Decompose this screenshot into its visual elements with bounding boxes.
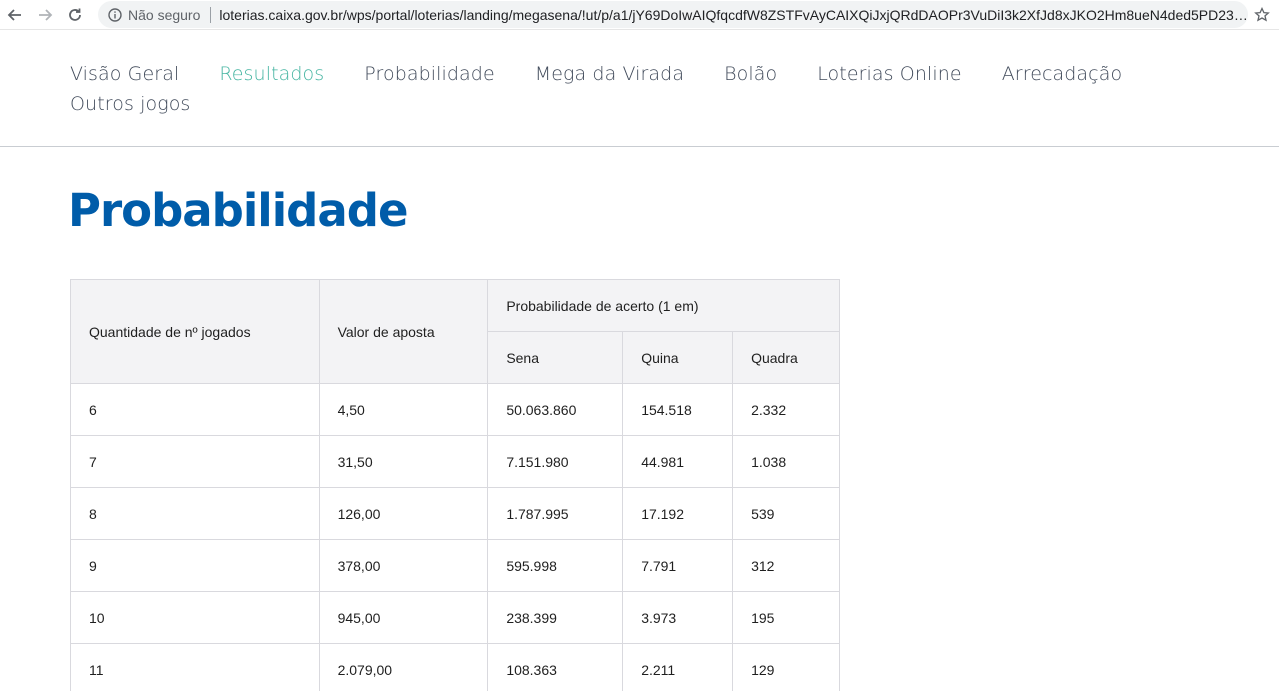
nav-loterias-online[interactable]: Loterias Online bbox=[817, 60, 961, 88]
back-button[interactable] bbox=[0, 0, 30, 30]
cell-quina: 7.791 bbox=[622, 539, 734, 592]
table-row: 7 31,50 7.151.980 44.981 1.038 bbox=[70, 435, 840, 488]
cell-quantidade: 9 bbox=[70, 539, 320, 592]
reload-icon bbox=[69, 8, 81, 21]
url-text[interactable]: loterias.caixa.gov.br/wps/portal/loteria… bbox=[219, 7, 1248, 23]
cell-quantidade: 7 bbox=[70, 435, 320, 488]
cell-valor: 31,50 bbox=[318, 435, 489, 488]
cell-quina: 44.981 bbox=[622, 435, 734, 488]
table-header-row: Quantidade de nº jogados Valor de aposta… bbox=[70, 279, 840, 384]
omnibox-divider bbox=[210, 6, 212, 23]
nav-resultados[interactable]: Resultados bbox=[219, 60, 324, 88]
reload-button[interactable] bbox=[60, 0, 90, 30]
cell-valor: 945,00 bbox=[318, 591, 489, 644]
table-row: 9 378,00 595.998 7.791 312 bbox=[70, 539, 840, 592]
cell-quantidade: 8 bbox=[70, 487, 320, 540]
header-probabilidade: Probabilidade de acerto (1 em) bbox=[487, 279, 840, 332]
cell-quadra: 539 bbox=[732, 487, 840, 540]
cell-sena: 50.063.860 bbox=[487, 383, 624, 436]
star-icon bbox=[1254, 7, 1270, 22]
cell-valor: 378,00 bbox=[318, 539, 489, 592]
site-navigation: Visão Geral Resultados Probabilidade Meg… bbox=[70, 60, 1130, 118]
cell-quadra: 1.038 bbox=[732, 435, 840, 488]
cell-sena: 7.151.980 bbox=[487, 435, 624, 488]
table-row: 10 945,00 238.399 3.973 195 bbox=[70, 591, 840, 644]
cell-quadra: 195 bbox=[732, 591, 840, 644]
probability-table: Quantidade de nº jogados Valor de aposta… bbox=[70, 279, 840, 691]
cell-sena: 595.998 bbox=[487, 539, 624, 592]
nav-probabilidade[interactable]: Probabilidade bbox=[364, 60, 495, 88]
cell-sena: 1.787.995 bbox=[487, 487, 624, 540]
table-row: 6 4,50 50.063.860 154.518 2.332 bbox=[70, 383, 840, 436]
header-valor: Valor de aposta bbox=[318, 279, 489, 384]
security-indicator[interactable]: Não seguro bbox=[108, 7, 200, 23]
cell-quadra: 312 bbox=[732, 539, 840, 592]
forward-button[interactable] bbox=[30, 0, 60, 30]
security-label: Não seguro bbox=[128, 6, 201, 23]
header-quadra: Quadra bbox=[732, 331, 840, 384]
cell-quadra: 2.332 bbox=[732, 383, 840, 436]
info-icon bbox=[108, 7, 122, 22]
nav-bolao[interactable]: Bolão bbox=[724, 60, 777, 88]
cell-quadra: 129 bbox=[732, 643, 840, 691]
cell-quantidade: 11 bbox=[70, 643, 320, 691]
header-quantidade: Quantidade de nº jogados bbox=[70, 279, 320, 384]
cell-quantidade: 10 bbox=[70, 591, 320, 644]
address-bar[interactable]: Não seguro loterias.caixa.gov.br/wps/por… bbox=[98, 1, 1248, 28]
header-sena: Sena bbox=[487, 331, 624, 384]
cell-quina: 3.973 bbox=[622, 591, 734, 644]
cell-quantidade: 6 bbox=[70, 383, 320, 436]
nav-visao-geral[interactable]: Visão Geral bbox=[70, 60, 179, 88]
back-arrow-icon bbox=[7, 8, 21, 21]
nav-arrecadacao[interactable]: Arrecadação bbox=[1002, 60, 1123, 88]
cell-quina: 17.192 bbox=[622, 487, 734, 540]
header-quina: Quina bbox=[622, 331, 734, 384]
table-row: 8 126,00 1.787.995 17.192 539 bbox=[70, 487, 840, 540]
table-row: 11 2.079,00 108.363 2.211 129 bbox=[70, 643, 840, 691]
nav-divider bbox=[0, 146, 1279, 147]
cell-valor: 4,50 bbox=[318, 383, 489, 436]
cell-quina: 154.518 bbox=[622, 383, 734, 436]
page-title: Probabilidade bbox=[68, 184, 408, 237]
cell-valor: 2.079,00 bbox=[318, 643, 489, 691]
cell-valor: 126,00 bbox=[318, 487, 489, 540]
cell-quina: 2.211 bbox=[622, 643, 734, 691]
nav-mega-da-virada[interactable]: Mega da Virada bbox=[535, 60, 684, 88]
nav-outros-jogos[interactable]: Outros jogos bbox=[70, 90, 190, 118]
forward-arrow-icon bbox=[39, 8, 53, 21]
cell-sena: 108.363 bbox=[487, 643, 624, 691]
cell-sena: 238.399 bbox=[487, 591, 624, 644]
bookmark-button[interactable] bbox=[1251, 4, 1273, 26]
browser-toolbar: Não seguro loterias.caixa.gov.br/wps/por… bbox=[0, 0, 1279, 30]
